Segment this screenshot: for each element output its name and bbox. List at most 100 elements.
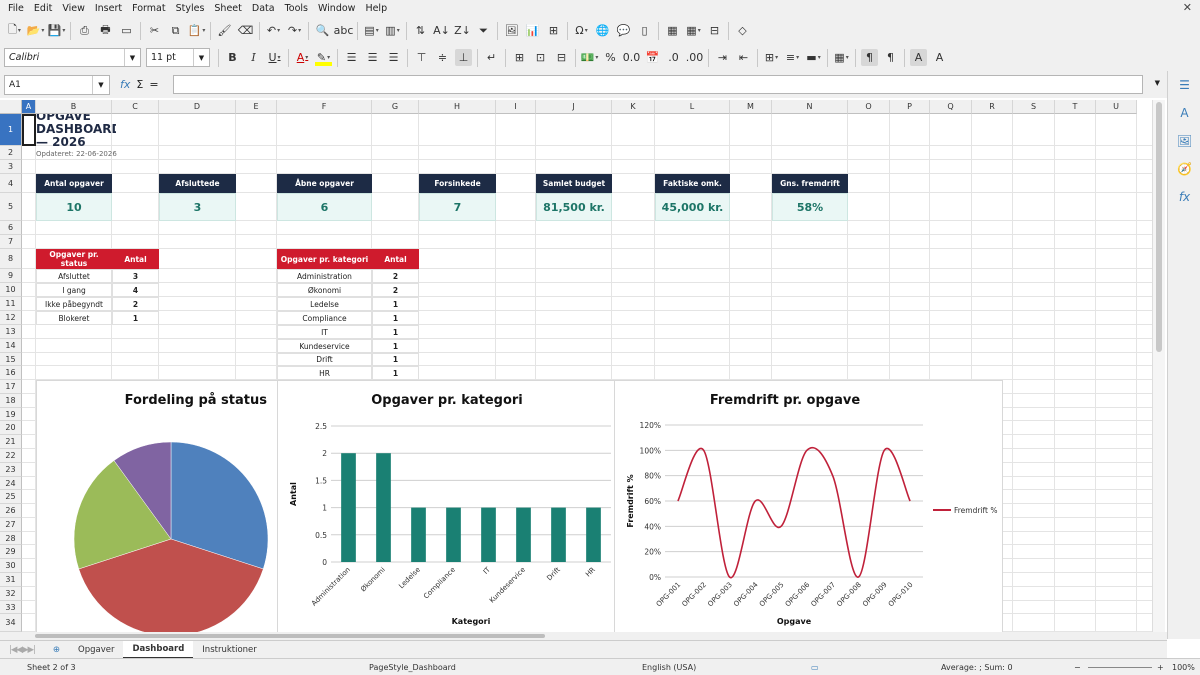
add-decimal-icon[interactable]: .0 bbox=[665, 49, 682, 66]
sort-ascending-icon[interactable]: A↓ bbox=[433, 22, 450, 39]
row-header[interactable]: 12 bbox=[0, 311, 22, 325]
menu-item-styles[interactable]: Styles bbox=[171, 3, 210, 14]
column-header[interactable]: N bbox=[772, 100, 848, 114]
tab-instruktioner[interactable]: Instruktioner bbox=[193, 641, 265, 659]
paste-icon[interactable]: 📋 bbox=[188, 22, 205, 39]
currency-format-icon[interactable]: 💵 bbox=[581, 49, 598, 66]
column-header[interactable]: E bbox=[236, 100, 277, 114]
row-header[interactable]: 32 bbox=[0, 587, 22, 601]
column-header[interactable]: H bbox=[419, 100, 496, 114]
borders-icon[interactable]: ⊞ bbox=[763, 49, 780, 66]
date-format-icon[interactable]: 📅 bbox=[644, 49, 661, 66]
expand-formula-bar-icon[interactable]: ▼ bbox=[1155, 79, 1160, 87]
row-header[interactable]: 34 bbox=[0, 614, 22, 632]
row-header[interactable]: 10 bbox=[0, 283, 22, 297]
row-header[interactable]: 13 bbox=[0, 325, 22, 339]
sum-icon[interactable]: Σ bbox=[136, 78, 143, 91]
zoom-level[interactable]: 100% bbox=[1172, 663, 1195, 672]
menu-item-edit[interactable]: Edit bbox=[29, 3, 57, 14]
row-header[interactable]: 23 bbox=[0, 463, 22, 477]
center-vertically-icon[interactable]: ≑ bbox=[434, 49, 451, 66]
properties-icon[interactable]: ☰ bbox=[1168, 71, 1200, 99]
underline-icon[interactable]: U bbox=[266, 49, 283, 66]
insert-image-icon[interactable]: 🖼 bbox=[503, 22, 520, 39]
show-draw-functions-icon[interactable]: ◇ bbox=[734, 22, 751, 39]
spelling-icon[interactable]: abc bbox=[334, 22, 354, 39]
right-to-left-icon[interactable]: ¶ bbox=[882, 49, 899, 66]
freeze-rows-columns-icon[interactable]: ▦ bbox=[685, 22, 702, 39]
clone-formatting-icon[interactable]: 🖌 bbox=[216, 22, 233, 39]
row-header[interactable]: 15 bbox=[0, 353, 22, 366]
chevron-down-icon[interactable]: ▼ bbox=[193, 49, 209, 66]
menu-item-format[interactable]: Format bbox=[127, 3, 170, 14]
hyperlink-icon[interactable]: 🌐 bbox=[594, 22, 611, 39]
wrap-text-icon[interactable]: ↵ bbox=[483, 49, 500, 66]
menu-item-sheet[interactable]: Sheet bbox=[209, 3, 246, 14]
clear-formatting-icon[interactable]: ⌫ bbox=[237, 22, 254, 39]
row-header[interactable]: 5 bbox=[0, 193, 22, 221]
align-right-icon[interactable]: ☰ bbox=[385, 49, 402, 66]
left-to-right-icon[interactable]: ¶ bbox=[861, 49, 878, 66]
row-header[interactable]: 11 bbox=[0, 297, 22, 311]
row-header[interactable]: 27 bbox=[0, 518, 22, 532]
column-header[interactable]: T bbox=[1055, 100, 1096, 114]
column-icon[interactable]: ▥ bbox=[384, 22, 401, 39]
increase-indent-icon[interactable]: ⇥ bbox=[714, 49, 731, 66]
comment-icon[interactable]: 💬 bbox=[615, 22, 632, 39]
functions-icon[interactable]: fx bbox=[1168, 183, 1200, 211]
row-header[interactable]: 1 bbox=[0, 114, 22, 146]
headers-footers-icon[interactable]: ▯ bbox=[636, 22, 653, 39]
font-color-icon[interactable]: A bbox=[294, 49, 311, 66]
column-header[interactable]: U bbox=[1096, 100, 1137, 114]
column-header[interactable]: C bbox=[112, 100, 159, 114]
row-header[interactable]: 16 bbox=[0, 366, 22, 380]
row-header[interactable]: 31 bbox=[0, 573, 22, 587]
bar-chart[interactable]: Opgaver pr. kategori 0 0.5 1 1.5 2 2.5 Adminis… bbox=[277, 380, 615, 632]
column-header[interactable]: I bbox=[496, 100, 536, 114]
open-icon[interactable]: 📂 bbox=[27, 22, 44, 39]
spreadsheet-grid[interactable]: OPGAVE DASHBOARD — 2026 Opdateret: 22-06… bbox=[22, 114, 1152, 632]
zoom-out-icon[interactable]: − bbox=[1074, 663, 1081, 672]
row-header[interactable]: 14 bbox=[0, 339, 22, 353]
font-size-box[interactable]: 11 pt ▼ bbox=[146, 48, 210, 67]
column-header[interactable]: M bbox=[730, 100, 772, 114]
print-preview-icon[interactable]: ▭ bbox=[118, 22, 135, 39]
italic-icon[interactable]: I bbox=[245, 49, 262, 66]
text-vertical-icon[interactable]: A bbox=[931, 49, 948, 66]
styles-icon[interactable]: A bbox=[1168, 99, 1200, 127]
tab-opgaver[interactable]: Opgaver bbox=[69, 641, 123, 659]
cut-icon[interactable]: ✂ bbox=[146, 22, 163, 39]
language[interactable]: English (USA) bbox=[642, 663, 696, 672]
name-box[interactable]: A1 ▼ bbox=[4, 74, 110, 95]
column-header[interactable]: F bbox=[277, 100, 372, 114]
row-header[interactable]: 7 bbox=[0, 235, 22, 249]
add-sheet-icon[interactable]: ⊕ bbox=[44, 641, 69, 659]
row-header[interactable]: 24 bbox=[0, 477, 22, 490]
row-header[interactable]: 26 bbox=[0, 504, 22, 518]
merge-center-icon[interactable]: ⊞ bbox=[511, 49, 528, 66]
horizontal-scrollbar[interactable] bbox=[0, 632, 1167, 640]
unmerge-cells-icon[interactable]: ⊟ bbox=[553, 49, 570, 66]
row-header[interactable]: 2 bbox=[0, 146, 22, 160]
row-header[interactable]: 22 bbox=[0, 449, 22, 463]
print-icon[interactable]: 🖶 bbox=[97, 22, 114, 39]
function-wizard-icon[interactable]: fx bbox=[120, 78, 130, 91]
row-header[interactable]: 25 bbox=[0, 490, 22, 504]
column-header[interactable]: G bbox=[372, 100, 419, 114]
column-header[interactable]: K bbox=[612, 100, 655, 114]
row-header[interactable]: 29 bbox=[0, 545, 22, 559]
number-format-icon[interactable]: 0.0 bbox=[623, 49, 641, 66]
pie-chart[interactable]: Fordeling på status bbox=[36, 380, 278, 632]
tab-navigation-icons[interactable]: |◀◀▶▶| bbox=[0, 641, 44, 659]
column-header[interactable]: J bbox=[536, 100, 612, 114]
row-header[interactable]: 8 bbox=[0, 249, 22, 269]
chevron-down-icon[interactable]: ▼ bbox=[124, 49, 140, 66]
align-bottom-icon[interactable]: ⊥ bbox=[455, 49, 472, 66]
find-replace-icon[interactable]: 🔍 bbox=[314, 22, 331, 39]
column-header[interactable]: B bbox=[36, 100, 112, 114]
copy-icon[interactable]: ⧉ bbox=[167, 22, 184, 39]
row-header[interactable]: 21 bbox=[0, 435, 22, 449]
column-header[interactable]: R bbox=[972, 100, 1013, 114]
row-header[interactable]: 17 bbox=[0, 380, 22, 394]
new-icon[interactable]: 🗋 bbox=[6, 22, 23, 39]
